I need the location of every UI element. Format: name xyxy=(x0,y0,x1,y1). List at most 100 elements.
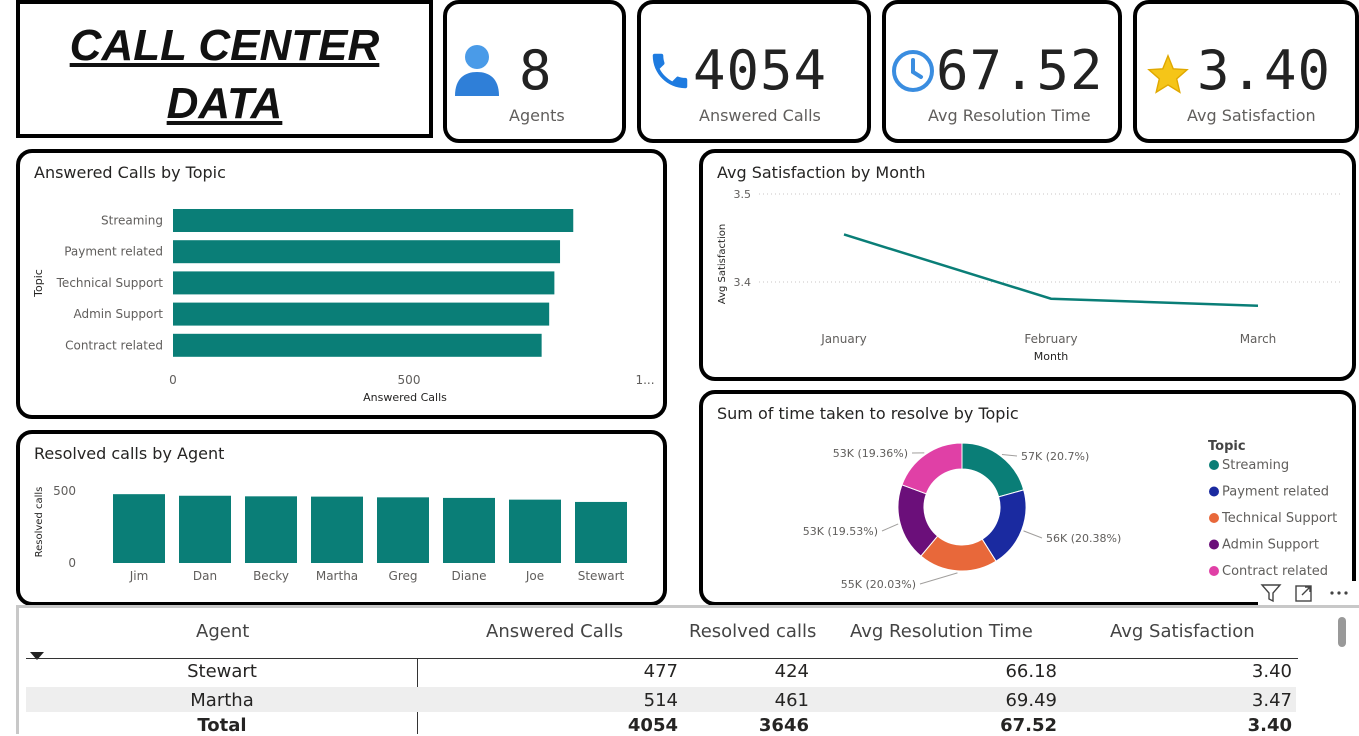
table-cell: 424 xyxy=(775,663,809,681)
table-cell: 69.49 xyxy=(1005,692,1057,710)
column-header-answered-calls[interactable]: Answered Calls xyxy=(486,623,623,641)
y-tick-label: 3.5 xyxy=(734,188,752,201)
bar[interactable] xyxy=(173,334,542,357)
x-tick-label: January xyxy=(820,332,867,346)
category-label: Dan xyxy=(193,569,217,583)
y-axis-label: Topic xyxy=(32,269,45,298)
leader-line xyxy=(882,524,898,531)
data-label: 56K (20.38%) xyxy=(1046,532,1121,545)
x-axis-label: Month xyxy=(1034,350,1069,363)
x-tick-label: 500 xyxy=(398,373,421,387)
column-header-resolved-calls[interactable]: Resolved calls xyxy=(689,623,816,641)
title-line-1: CALL CENTER xyxy=(20,24,429,68)
category-label: Becky xyxy=(253,569,289,583)
category-label: Greg xyxy=(389,569,418,583)
legend-marker[interactable] xyxy=(1209,566,1219,576)
bar[interactable] xyxy=(179,496,231,563)
donut-slice[interactable] xyxy=(902,443,962,494)
avg-satisfaction-by-month-visual: Avg Satisfaction by Month 3.53.4JanuaryF… xyxy=(699,149,1356,381)
bar[interactable] xyxy=(377,497,429,563)
table-total-cell: 3.40 xyxy=(1248,717,1292,735)
category-label: Diane xyxy=(452,569,487,583)
kpi-card-avg-resolution: 67.52 Avg Resolution Time xyxy=(882,0,1122,143)
kpi-card-avg-satisfaction: 3.40 Avg Satisfaction xyxy=(1133,0,1359,143)
legend-label[interactable]: Streaming xyxy=(1222,458,1289,473)
sort-descending-icon[interactable] xyxy=(30,645,44,664)
legend-marker[interactable] xyxy=(1209,487,1219,497)
bar[interactable] xyxy=(173,271,554,294)
bar[interactable] xyxy=(173,240,560,263)
data-label: 57K (20.7%) xyxy=(1021,450,1089,463)
legend-marker[interactable] xyxy=(1209,513,1219,523)
table-cell: 66.18 xyxy=(1005,663,1057,681)
bar[interactable] xyxy=(311,497,363,563)
bar[interactable] xyxy=(173,209,573,232)
data-label: 53K (19.36%) xyxy=(833,447,908,460)
column-header-avg-satisfaction[interactable]: Avg Satisfaction xyxy=(1110,623,1255,641)
bar[interactable] xyxy=(113,494,165,563)
legend-label[interactable]: Contract related xyxy=(1222,564,1328,579)
data-label: 55K (20.03%) xyxy=(841,578,916,591)
table-total-cell: 3646 xyxy=(759,717,809,735)
legend-label[interactable]: Technical Support xyxy=(1221,511,1337,526)
table-scrollbar[interactable] xyxy=(1338,617,1346,647)
legend-label[interactable]: Payment related xyxy=(1222,485,1329,500)
column-header-avg-resolution-time[interactable]: Avg Resolution Time xyxy=(850,623,1033,641)
y-tick-label: 0 xyxy=(68,556,76,570)
category-label: Joe xyxy=(525,569,544,583)
legend-marker[interactable] xyxy=(1209,460,1219,470)
donut-slice[interactable] xyxy=(962,443,1024,497)
kpi-card-agents: 8 Agents xyxy=(443,0,626,143)
more-options-icon[interactable] xyxy=(1330,591,1347,594)
category-label: Jim xyxy=(129,569,149,583)
table-total-cell: 67.52 xyxy=(1000,717,1057,735)
kpi-avg-satisfaction-label: Avg Satisfaction xyxy=(1187,108,1316,124)
leader-line xyxy=(920,573,957,584)
x-tick-label: 1... xyxy=(635,373,654,387)
bar[interactable] xyxy=(509,500,561,563)
title-line-2: DATA xyxy=(20,82,429,126)
kpi-avg-resolution-label: Avg Resolution Time xyxy=(928,108,1091,124)
answered-calls-by-topic-chart: Streaming Payment related Technical Suppor… xyxy=(20,153,663,415)
focus-mode-icon[interactable] xyxy=(1296,586,1311,601)
kpi-card-answered-calls: 4054 Answered Calls xyxy=(637,0,871,143)
table-cell: 3.40 xyxy=(1252,663,1292,681)
bar[interactable] xyxy=(245,496,297,563)
column-header-agent[interactable]: Agent xyxy=(196,623,249,641)
kpi-agents-value: 8 xyxy=(519,44,553,98)
x-axis-label: Answered Calls xyxy=(363,391,447,404)
legend-marker[interactable] xyxy=(1209,540,1219,550)
table-total-cell: 4054 xyxy=(628,717,678,735)
star-icon xyxy=(1147,54,1189,98)
category-label: Martha xyxy=(316,569,358,583)
avg-satisfaction-by-month-chart: 3.53.4JanuaryFebruaryMarchMonthAvg Satis… xyxy=(703,153,1352,377)
visual-header xyxy=(1258,581,1358,605)
title-card: CALL CENTER DATA xyxy=(16,0,433,138)
category-label: Contract related xyxy=(65,338,163,352)
agent-table: Agent Answered Calls Resolved calls Avg … xyxy=(16,605,1359,734)
filter-icon[interactable] xyxy=(1262,585,1280,601)
category-label: Payment related xyxy=(64,245,163,259)
time-to-resolve-by-topic-visual: Sum of time taken to resolve by Topic 57… xyxy=(699,390,1356,606)
user-icon xyxy=(453,42,501,102)
table-cell: 514 xyxy=(644,692,678,710)
bar[interactable] xyxy=(575,502,627,563)
kpi-avg-satisfaction-value: 3.40 xyxy=(1197,44,1331,98)
resolved-calls-by-agent-visual: Resolved calls by Agent 0500JimDanBeckyM… xyxy=(16,430,667,606)
y-axis-label: Resolved calls xyxy=(34,487,45,558)
data-label: 53K (19.53%) xyxy=(803,525,878,538)
legend-label[interactable]: Admin Support xyxy=(1222,538,1319,553)
bar[interactable] xyxy=(173,303,549,326)
table-cell: Martha xyxy=(122,692,322,710)
category-label: Technical Support xyxy=(56,276,164,290)
table-cell: 3.47 xyxy=(1252,692,1292,710)
table-cell: 461 xyxy=(775,692,809,710)
kpi-answered-calls-label: Answered Calls xyxy=(699,108,821,124)
bar[interactable] xyxy=(443,498,495,563)
category-label: Stewart xyxy=(578,569,625,583)
table-total-cell: Total xyxy=(122,717,322,735)
series-line[interactable] xyxy=(844,234,1258,305)
phone-icon xyxy=(647,48,693,98)
x-tick-label: February xyxy=(1024,332,1077,346)
category-label: Streaming xyxy=(101,214,163,228)
